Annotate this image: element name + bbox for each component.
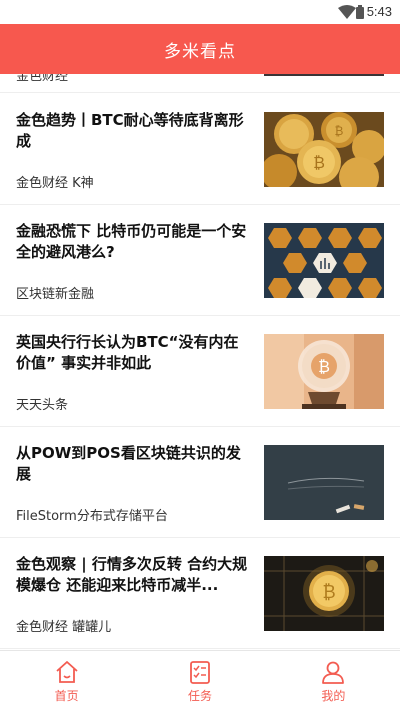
tab-tasks[interactable]: 任务 [133, 651, 266, 710]
profile-icon [322, 661, 345, 684]
article-thumbnail [264, 445, 384, 520]
tab-home[interactable]: 首页 [0, 651, 133, 710]
tab-label: 首页 [54, 689, 79, 703]
article-headline: 金融恐慌下 比特币仍可能是一个安全的避风港么? [16, 222, 247, 261]
svg-text:₿: ₿ [318, 357, 330, 376]
home-icon [56, 661, 78, 683]
list-item-article[interactable]: 金色观察 | 行情多次反转 合约大规模爆仓 还能迎来比特币减半... 金色财经 … [0, 538, 400, 649]
article-headline: 英国央行行长认为BTC“没有内在价值” 事实并非如此 [16, 333, 239, 372]
article-headline: 金色观察 | 行情多次反转 合约大规模爆仓 还能迎来比特币减半... [16, 555, 248, 594]
status-bar: 5:43 [0, 0, 400, 24]
bottom-tab-bar: 首页 任务 我的 [0, 650, 400, 710]
tab-profile[interactable]: 我的 [267, 651, 400, 710]
list-item-article[interactable]: 金融恐慌下 比特币仍可能是一个安全的避风港么? 区块链新金融 [0, 205, 400, 316]
page-title: 多米看点 [164, 41, 236, 62]
article-thumbnail: ₿ [264, 556, 384, 631]
status-time: 5:43 [366, 4, 392, 19]
list-item-article[interactable]: 英国央行行长认为BTC“没有内在价值” 事实并非如此 天天头条 ₿ [0, 316, 400, 427]
tab-label: 任务 [187, 689, 212, 703]
article-headline: 从POW到POS看区块链共识的发展 [16, 444, 241, 483]
svg-text:₿: ₿ [335, 124, 344, 138]
article-thumbnail [264, 223, 384, 298]
article-thumbnail: ₿ ₿ [264, 112, 384, 187]
task-list-icon [190, 661, 210, 684]
article-feed[interactable]: 金色财经 金色趋势丨BTC耐心等待底背离形成 金色财经 K神 ₿ ₿ 金融恐慌下… [0, 52, 400, 652]
wifi-icon [338, 5, 356, 19]
article-source: 金色财经 K神 [16, 176, 94, 191]
tab-label: 我的 [321, 689, 346, 703]
svg-text:₿: ₿ [322, 582, 335, 603]
article-headline: 金色趋势丨BTC耐心等待底背离形成 [16, 111, 244, 150]
article-thumbnail: ₿ [264, 334, 384, 409]
article-source: 区块链新金融 [16, 287, 95, 302]
svg-text:₿: ₿ [313, 153, 325, 172]
app-header: 多米看点 [0, 24, 400, 74]
article-source: 金色财经 罐罐儿 [16, 620, 112, 635]
battery-icon [356, 5, 364, 19]
list-item-article[interactable]: 金色趋势丨BTC耐心等待底背离形成 金色财经 K神 ₿ ₿ [0, 94, 400, 205]
list-item-article[interactable]: 从POW到POS看区块链共识的发展 FileStorm分布式存储平台 [0, 427, 400, 538]
article-source: 天天头条 [16, 398, 69, 413]
article-source: FileStorm分布式存储平台 [16, 509, 168, 524]
